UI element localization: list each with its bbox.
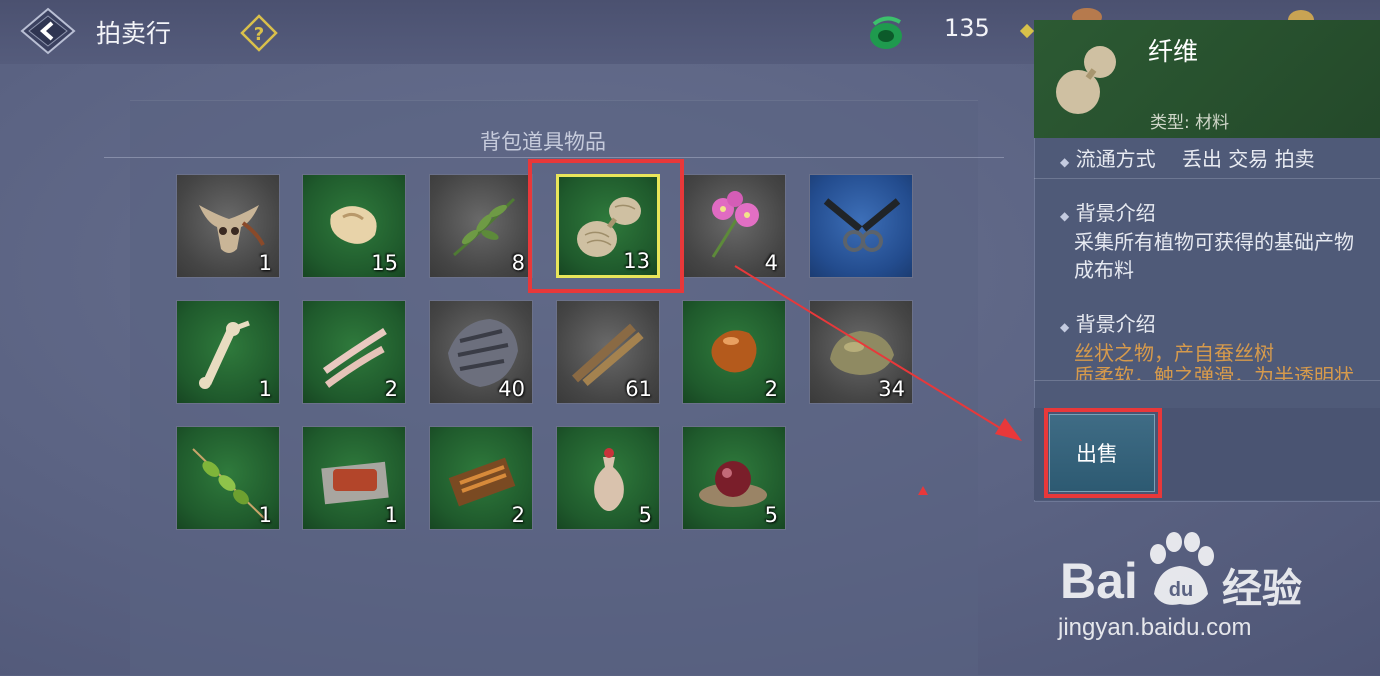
watermark-cn: 经验 — [1222, 566, 1302, 612]
item-count: 5 — [638, 503, 652, 527]
bg-intro-2-clip: 质柔软，触之弹滑，为半透明状 — [1034, 360, 1380, 380]
highlight-box-sell — [1044, 408, 1162, 498]
bullet-icon: ◆ — [1060, 320, 1070, 334]
item-name: 纤维 — [1148, 37, 1199, 66]
watermark-url: jingyan.baidu.com — [1058, 614, 1252, 641]
bullet-icon: ◆ — [1060, 209, 1070, 223]
trade-value: 丢出 交易 拍卖 — [1181, 147, 1315, 171]
inventory-slot-ribs[interactable]: 2 — [302, 300, 406, 404]
inventory-slot-stone[interactable]: 34 — [809, 300, 913, 404]
help-icon[interactable]: ? — [240, 14, 278, 52]
page-title: 拍卖行 — [96, 19, 172, 48]
inventory-slot-vase[interactable]: 5 — [556, 426, 660, 530]
item-count: 1 — [258, 377, 272, 401]
item-count: 15 — [371, 251, 398, 275]
bg-intro-1-title: 背景介绍 — [1075, 201, 1156, 225]
trade-label: 流通方式 — [1075, 147, 1156, 171]
inventory-slot-ox-skull[interactable]: 1 — [176, 174, 280, 278]
item-count: 1 — [258, 503, 272, 527]
item-count: 5 — [764, 503, 778, 527]
baidu-paw-icon: du — [1138, 528, 1222, 612]
item-count: 2 — [764, 377, 778, 401]
item-count: 2 — [511, 503, 525, 527]
item-count: 1 — [258, 251, 272, 275]
bg-intro-2-line-2: 质柔软，触之弹滑，为半透明状 — [1074, 364, 1354, 380]
watermark-brand: Bai — [1060, 553, 1138, 609]
detail-divider — [1034, 380, 1380, 381]
inventory-slot-ore-chunk[interactable]: 15 — [302, 174, 406, 278]
bg-intro-1-line-2: 成布料 — [1074, 258, 1134, 282]
jade-currency-icon — [864, 12, 910, 52]
item-count: 2 — [384, 377, 398, 401]
bg-intro-2-heading: ◆ 背景介绍 — [1060, 308, 1156, 337]
item-count: 61 — [625, 377, 652, 401]
inventory-slot-pearl[interactable]: 5 — [682, 426, 786, 530]
red-marker-icon — [918, 486, 928, 495]
highlight-box-selected-item — [528, 159, 684, 293]
item-count: 34 — [878, 377, 905, 401]
fiber-detail-icon — [1050, 40, 1126, 118]
bullet-icon: ◆ — [1060, 155, 1070, 169]
inventory-slot-hide[interactable]: 40 — [429, 300, 533, 404]
inventory-slot-flower[interactable]: 4 — [682, 174, 786, 278]
trade-method-row: ◆ 流通方式 丢出 交易 拍卖 — [1060, 143, 1315, 172]
bg-intro-1-heading: ◆ 背景介绍 — [1060, 197, 1156, 226]
inventory-slot-meat[interactable]: 1 — [302, 426, 406, 530]
inventory-slot-wood[interactable]: 61 — [556, 300, 660, 404]
back-button[interactable] — [18, 6, 78, 56]
item-count: 40 — [498, 377, 525, 401]
inventory-slot-herb[interactable]: 8 — [429, 174, 533, 278]
panel-divider — [104, 157, 1004, 158]
back-arrow-icon — [20, 7, 76, 55]
svg-text:?: ? — [254, 24, 264, 45]
inventory-slot-bone[interactable]: 1 — [176, 300, 280, 404]
detail-divider — [1034, 178, 1380, 179]
inventory-slot-amber[interactable]: 2 — [682, 300, 786, 404]
currency-amount: 135 — [944, 14, 990, 42]
inventory-slot-veg-skewer[interactable]: 1 — [176, 426, 280, 530]
inventory-title: 背包道具物品 — [480, 130, 606, 154]
item-count: 1 — [384, 503, 398, 527]
item-count: 8 — [511, 251, 525, 275]
svg-text:du: du — [1169, 579, 1193, 601]
bg-intro-1-line-1: 采集所有植物可获得的基础产物 — [1074, 230, 1354, 254]
inventory-slot-scissors[interactable] — [809, 174, 913, 278]
inventory-slot-meat-skewer[interactable]: 2 — [429, 426, 533, 530]
scissors-icon — [823, 198, 901, 252]
item-count: 4 — [764, 251, 778, 275]
item-type: 类型: 材料 — [1150, 113, 1230, 133]
bg-intro-2-title: 背景介绍 — [1075, 312, 1156, 336]
